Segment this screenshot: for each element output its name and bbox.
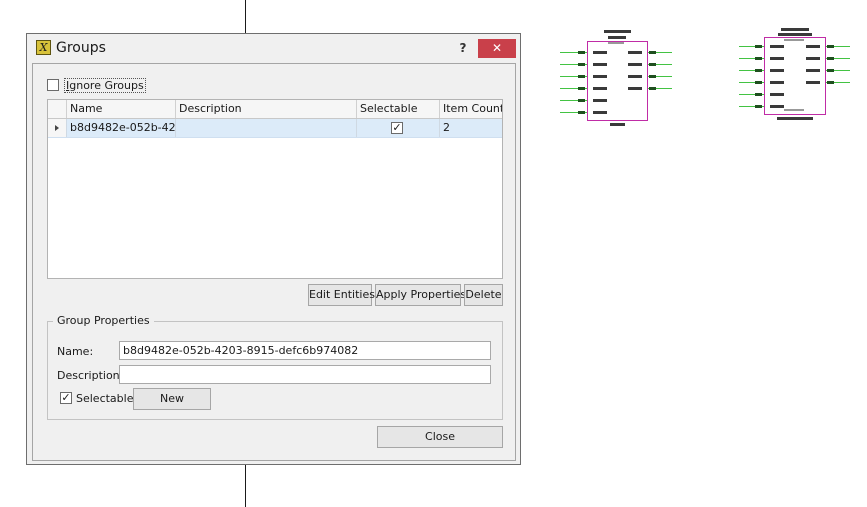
name-field[interactable]: b8d9482e-052b-4203-8915-defc6b974082 [119,341,491,360]
component-1-label-mark [608,42,624,44]
component-1-pad-right-2 [649,63,656,66]
row-pointer-icon [55,125,59,131]
row-selector[interactable] [48,119,67,137]
component-1-pad-right-1 [649,51,656,54]
component-1-pad-left-3 [578,75,585,78]
delete-button[interactable]: Delete [464,284,503,306]
component-2-pad-right-1 [827,45,834,48]
help-button[interactable]: ? [454,39,472,57]
description-label: Description: [57,369,124,382]
component-2-pad-left-6 [755,105,762,108]
canvas-guide-line-bottom [245,465,246,507]
component-2-bar-left-4 [770,81,784,84]
component-2-bar-left-3 [770,69,784,72]
component-1-bar-left-5 [593,99,607,102]
component-2-bottom-bar [777,117,813,120]
component-1-bar-left-2 [593,63,607,66]
group-properties-legend: Group Properties [53,314,154,327]
schematic-component-1[interactable] [560,28,675,128]
component-2-bar-left-1 [770,45,784,48]
canvas-guide-line-top [245,0,246,33]
component-2-bar-left-5 [770,93,784,96]
cell-selectable-checkbox[interactable]: ✓ [391,122,403,134]
component-1-bottom-bar [610,123,625,126]
component-2-pad-right-2 [827,57,834,60]
component-2-bar-left-6 [770,105,784,108]
component-1-pad-right-3 [649,75,656,78]
column-header-item-count[interactable]: Item Count [440,100,502,118]
component-1-pad-left-5 [578,99,585,102]
component-1-top-bar [604,30,631,33]
description-field[interactable] [119,365,491,384]
row-header-corner [48,100,67,118]
component-1-pad-left-2 [578,63,585,66]
apply-properties-button[interactable]: Apply Properties [375,284,466,306]
component-2-pad-left-2 [755,57,762,60]
selectable-label[interactable]: Selectable [76,392,133,405]
component-2-bar-right-1 [806,45,820,48]
component-2-pad-left-5 [755,93,762,96]
component-1-bar-right-4 [628,87,642,90]
component-2-bar-right-4 [806,81,820,84]
groups-dialog: X Groups ? ✕ Ignore Groups Name Descript… [26,33,521,465]
component-2-bar-right-3 [806,69,820,72]
new-button[interactable]: New [133,388,211,410]
component-1-bar-right-1 [628,51,642,54]
edit-entities-button[interactable]: Edit Entities [308,284,375,306]
close-icon: ✕ [491,41,503,55]
table-row[interactable]: b8d9482e-052b-42… ✓ 2 [48,119,502,138]
component-1-top-bar-2 [608,36,626,39]
ignore-groups-checkbox[interactable] [47,79,59,91]
close-window-button[interactable]: ✕ [478,39,516,58]
component-2-top-bar [781,28,809,31]
component-1-pad-left-6 [578,111,585,114]
cell-description[interactable] [176,119,357,137]
component-1-pad-right-4 [649,87,656,90]
component-2-pad-right-4 [827,81,834,84]
component-2-body [764,37,826,115]
ignore-groups-label[interactable]: Ignore Groups [64,78,146,93]
cell-item-count[interactable]: 2 [440,119,502,137]
grid-header: Name Description Selectable Item Count [48,100,502,119]
component-2-bar-right-2 [806,57,820,60]
component-2-top-bar-2 [778,33,812,36]
title-bar[interactable]: X Groups ? ✕ [27,34,520,63]
column-header-description[interactable]: Description [176,100,357,118]
selectable-checkbox[interactable]: ✓ [60,392,72,404]
component-1-bar-left-3 [593,75,607,78]
cell-name[interactable]: b8d9482e-052b-42… [67,119,176,137]
component-2-pad-left-1 [755,45,762,48]
component-2-pad-right-3 [827,69,834,72]
component-1-bar-left-4 [593,87,607,90]
component-1-bar-left-1 [593,51,607,54]
component-2-pad-left-4 [755,81,762,84]
groups-grid[interactable]: Name Description Selectable Item Count b… [47,99,503,279]
component-2-label-mark-top [784,39,804,41]
component-1-bar-right-3 [628,75,642,78]
name-label: Name: [57,345,94,358]
schematic-component-2[interactable] [739,26,854,122]
component-1-pad-left-1 [578,51,585,54]
dialog-title: Groups [56,40,106,56]
component-1-bar-right-2 [628,63,642,66]
component-2-pad-left-3 [755,69,762,72]
column-header-name[interactable]: Name [67,100,176,118]
component-1-pad-left-4 [578,87,585,90]
component-2-bar-left-2 [770,57,784,60]
component-1-bar-left-6 [593,111,607,114]
component-2-label-mark-bottom [784,109,804,111]
column-header-selectable[interactable]: Selectable [357,100,440,118]
close-button[interactable]: Close [377,426,503,448]
app-icon: X [36,40,51,55]
